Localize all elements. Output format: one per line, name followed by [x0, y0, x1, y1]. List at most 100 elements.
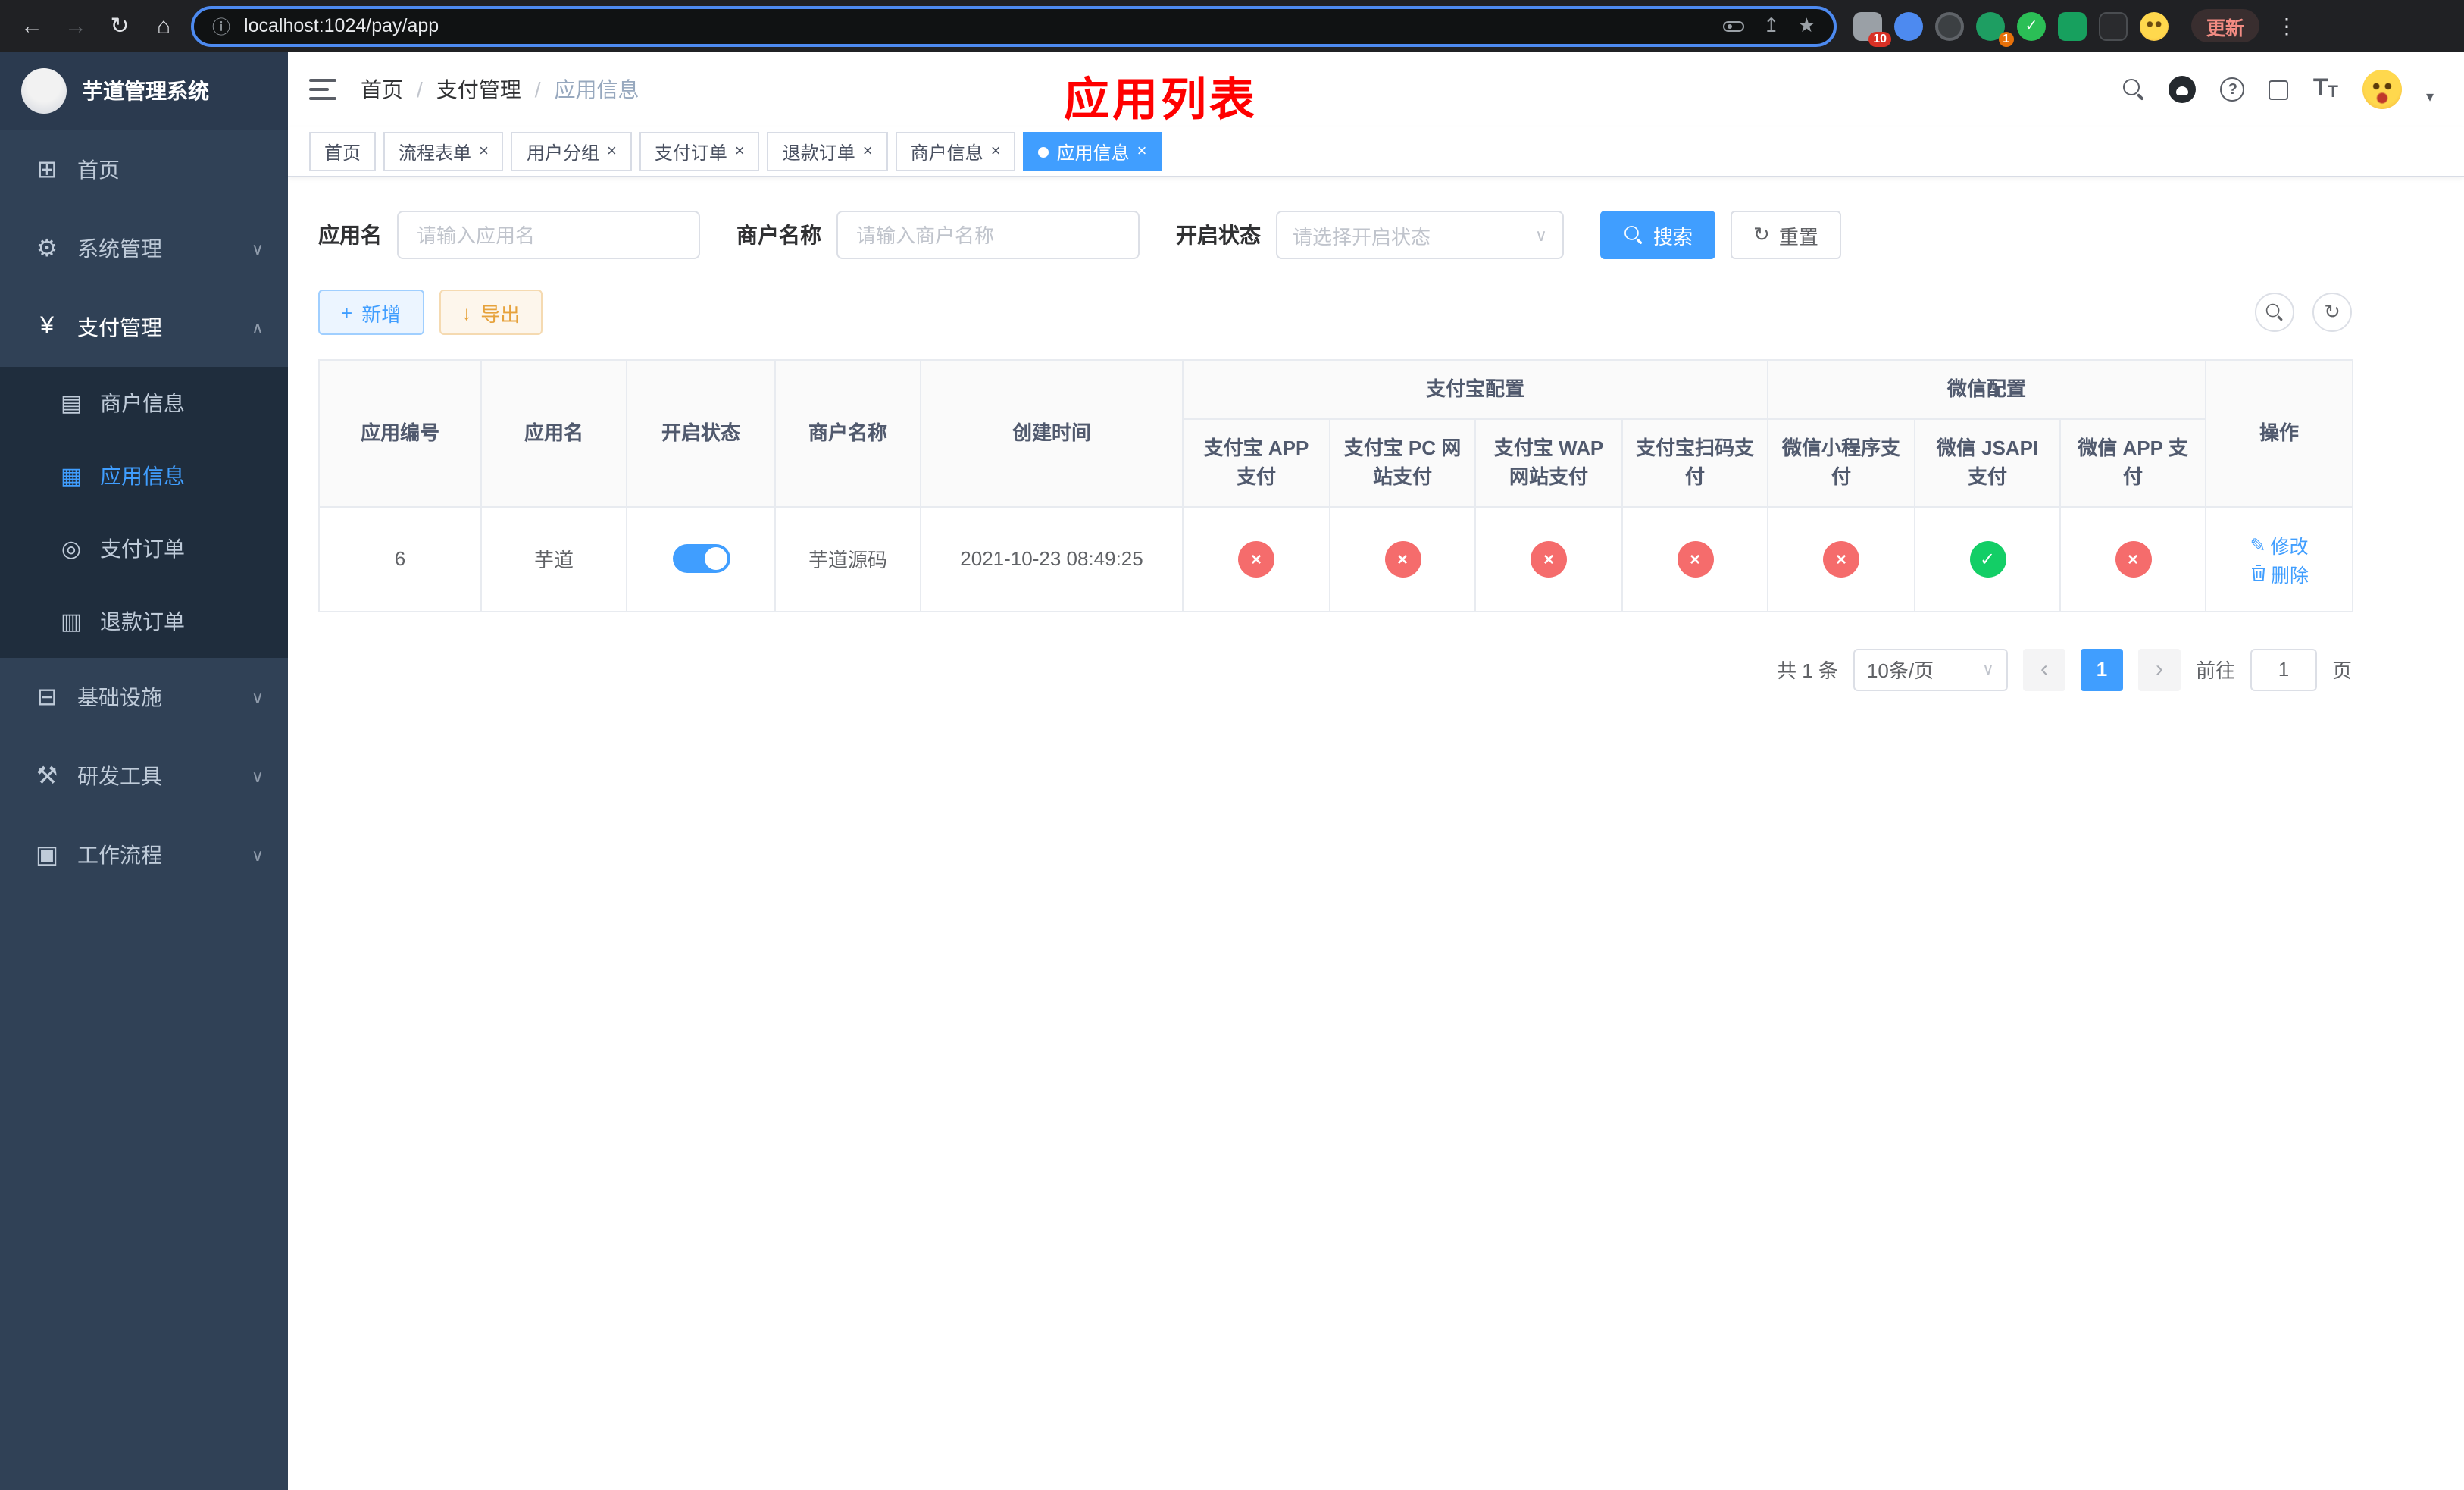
sidebar-item-infrastructure[interactable]: ⊟ 基础设施 ∨ [0, 658, 288, 737]
url-text[interactable]: localhost:1024/pay/app [244, 15, 1710, 36]
search-icon [2265, 303, 2283, 321]
extension-green-check-icon[interactable]: ✓ [2017, 11, 2046, 40]
infrastructure-icon: ⊟ [36, 685, 58, 711]
export-button[interactable]: ↓ 导出 [439, 290, 543, 335]
chevron-down-icon: ∨ [1534, 227, 1547, 245]
wechat-app-status-icon: × [2115, 540, 2152, 577]
back-icon[interactable]: ← [15, 9, 48, 42]
sidebar-item-payment[interactable]: ¥ 支付管理 ∧ [0, 288, 288, 367]
cell-created-at: 2021-10-23 08:49:25 [920, 506, 1184, 612]
status-toggle[interactable] [672, 544, 730, 573]
annotation-title: 应用列表 [1064, 76, 1258, 126]
breadcrumb-payment[interactable]: 支付管理 [436, 74, 521, 105]
total-count: 共 1 条 [1777, 659, 1838, 682]
edit-label: 修改 [2270, 536, 2309, 557]
password-key-icon[interactable] [1723, 20, 1745, 31]
edit-link[interactable]: ✎ 修改 [2250, 530, 2309, 559]
tab-app-info[interactable]: 应用信息 × [1023, 132, 1162, 171]
tab-pay-order[interactable]: 支付订单 × [639, 132, 760, 171]
extension-pin-icon[interactable] [2099, 11, 2128, 40]
reload-icon[interactable]: ↻ [103, 9, 136, 42]
merchant-name-input[interactable] [836, 211, 1140, 259]
chevron-up-icon: ∧ [251, 319, 264, 337]
extension-dark-icon[interactable] [1935, 11, 1964, 40]
user-avatar[interactable] [2362, 70, 2402, 109]
breadcrumb: 首页 / 支付管理 / 应用信息 [361, 74, 639, 105]
tab-refund-order[interactable]: 退款订单 × [767, 132, 888, 171]
close-icon[interactable]: × [479, 142, 489, 160]
home-icon[interactable]: ⌂ [147, 9, 180, 42]
delete-link[interactable]: 删除 [2250, 559, 2309, 587]
close-icon[interactable]: × [1137, 142, 1147, 160]
font-size-small: T [2328, 83, 2338, 102]
goto-page-input[interactable] [2250, 648, 2317, 690]
extension-puzzle-icon[interactable]: 10 [1853, 11, 1891, 46]
chevron-down-icon: ∨ [251, 689, 264, 707]
share-icon[interactable]: ↥ [1763, 14, 1780, 38]
cell-merchant: 芋道源码 [774, 506, 921, 612]
sidebar-item-system[interactable]: ⚙ 系统管理 ∨ [0, 209, 288, 288]
toggle-search-button[interactable] [2255, 293, 2294, 332]
fullscreen-icon[interactable] [2269, 80, 2289, 99]
tab-merchant-info[interactable]: 商户信息 × [895, 132, 1016, 171]
close-icon[interactable]: × [991, 142, 1001, 160]
close-icon[interactable]: × [735, 142, 745, 160]
pagination: 共 1 条 10条/页 ∨ ‹ 1 › 前往 页 [318, 648, 2352, 690]
extension-blue-icon[interactable] [1894, 11, 1923, 40]
browser-toolbar: ← → ↻ ⌂ ⓘ localhost:1024/pay/app ↥ ★ 10 … [0, 0, 2464, 52]
forward-icon[interactable]: → [59, 9, 92, 42]
app-name-input[interactable] [397, 211, 700, 259]
alipay-pc-status-icon: × [1384, 540, 1421, 577]
search-icon[interactable] [2123, 79, 2145, 100]
chevron-down-icon: ∨ [1981, 661, 1994, 679]
sidebar-item-refund-order[interactable]: ▥ 退款订单 [0, 585, 288, 658]
status-select[interactable]: 请选择开启状态 ∨ [1276, 211, 1564, 259]
chrome-update-button[interactable]: 更新 [2191, 9, 2260, 42]
sidebar-item-merchant-info[interactable]: ▤ 商户信息 [0, 367, 288, 440]
order-icon: ◎ [61, 537, 82, 562]
status-label: 开启状态 [1176, 223, 1261, 247]
cell-app-name: 芋道 [480, 506, 627, 612]
sidebar-item-dev-tools[interactable]: ⚒ 研发工具 ∨ [0, 737, 288, 815]
tab-user-group[interactable]: 用户分组 × [511, 132, 632, 171]
address-bar-actions: ↥ ★ [1723, 14, 1815, 38]
sidebar-collapse-icon[interactable] [309, 79, 336, 100]
next-page-button[interactable]: › [2137, 648, 2181, 690]
close-icon[interactable]: × [863, 142, 873, 160]
reset-button[interactable]: ↻ 重置 [1731, 211, 1841, 259]
help-icon[interactable]: ? [2220, 77, 2245, 102]
col-wechat-lite: 微信小程序支付 [1767, 418, 1916, 507]
sidebar-item-workflow[interactable]: ▣ 工作流程 ∨ [0, 815, 288, 894]
page-number-1[interactable]: 1 [2080, 648, 2123, 690]
refresh-table-button[interactable]: ↻ [2312, 293, 2352, 332]
avatar-caret-icon[interactable]: ▾ [2426, 89, 2434, 106]
extension-green-avatar-icon[interactable]: 1 [1976, 11, 2014, 46]
site-info-icon[interactable]: ⓘ [212, 13, 230, 39]
sidebar-item-label: 工作流程 [77, 843, 162, 867]
address-bar[interactable]: ⓘ localhost:1024/pay/app ↥ ★ [191, 5, 1837, 46]
font-size-icon[interactable]: TT [2313, 77, 2338, 102]
breadcrumb-home[interactable]: 首页 [361, 74, 403, 105]
bookmark-star-icon[interactable]: ★ [1798, 14, 1815, 38]
browser-menu-icon[interactable]: ⋮ [2276, 13, 2297, 39]
extension-avatar-icon[interactable] [2140, 11, 2169, 40]
sidebar-item-home[interactable]: ⊞ 首页 [0, 130, 288, 209]
sidebar-item-app-info[interactable]: ▦ 应用信息 [0, 440, 288, 512]
table-row: 6 芋道 芋道源码 2021-10-23 08:49:25 × × × × × … [318, 506, 2354, 612]
prev-page-button[interactable]: ‹ [2022, 648, 2065, 690]
app-name-label: 应用名 [318, 223, 382, 247]
tab-process-form[interactable]: 流程表单 × [383, 132, 504, 171]
extension-chat-icon[interactable] [2058, 11, 2087, 40]
sidebar-item-pay-order[interactable]: ◎ 支付订单 [0, 512, 288, 585]
github-icon[interactable] [2169, 76, 2197, 103]
goto-label: 前往 [2195, 659, 2235, 682]
col-app-id: 应用编号 [318, 359, 482, 507]
close-icon[interactable]: × [607, 142, 617, 160]
screen: ← → ↻ ⌂ ⓘ localhost:1024/pay/app ↥ ★ 10 … [0, 0, 2464, 1490]
workflow-icon: ▣ [35, 843, 59, 869]
tab-home[interactable]: 首页 [309, 132, 377, 171]
page-size-select[interactable]: 10条/页 ∨ [1853, 648, 2008, 690]
sidebar-logo[interactable]: 芋道管理系统 [0, 52, 288, 130]
search-button[interactable]: 搜索 [1600, 211, 1716, 259]
add-button[interactable]: + 新增 [318, 290, 424, 335]
